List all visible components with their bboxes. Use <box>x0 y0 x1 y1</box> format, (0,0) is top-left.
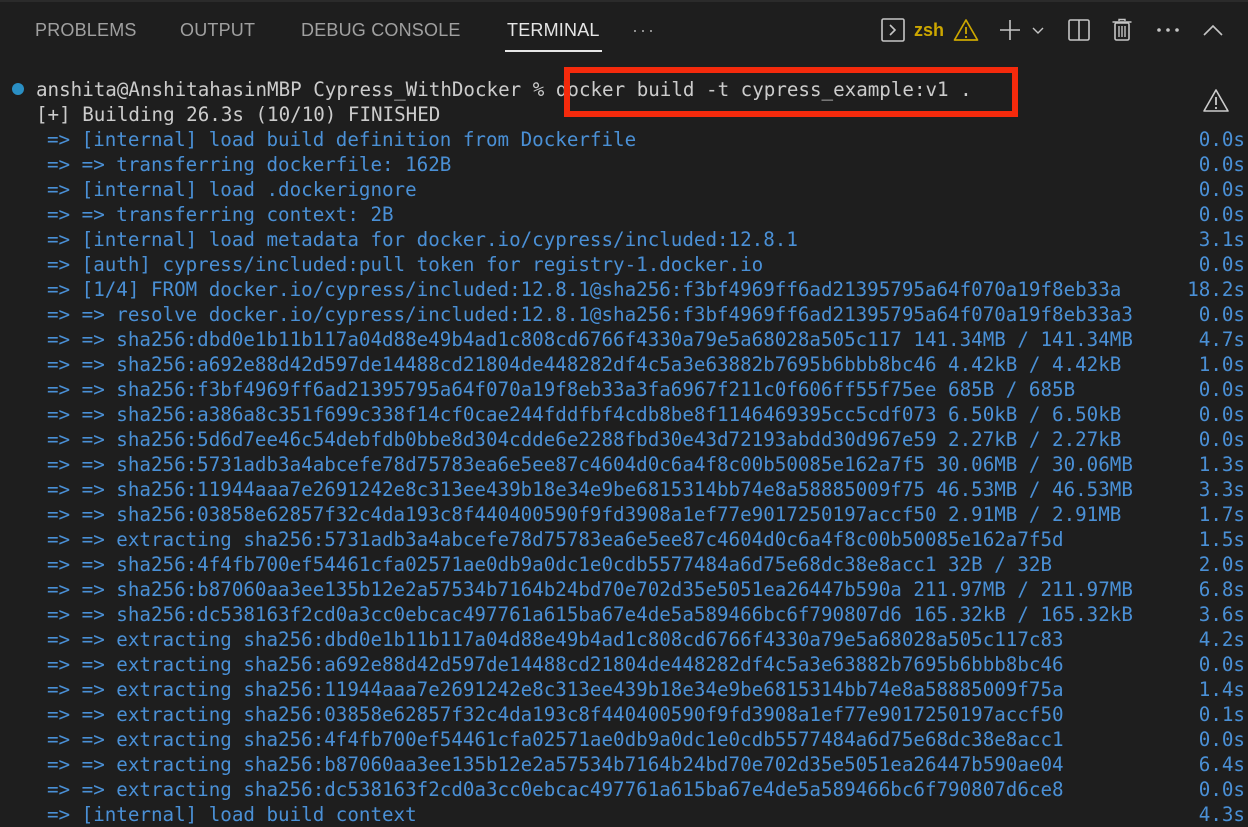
log-line: => => extracting sha256:dc538163f2cd0a3c… <box>47 778 1064 801</box>
log-line-duration: 0.0s <box>1198 253 1245 276</box>
log-line-duration: 3.6s <box>1198 603 1245 626</box>
prompt-text: anshita@AnshitahasinMBP Cypress_WithDock… <box>36 78 556 101</box>
log-line: => => extracting sha256:b87060aa3ee135b1… <box>47 753 1064 776</box>
log-line-duration: 0.0s <box>1198 403 1245 426</box>
log-line: => => extracting sha256:4f4fb700ef54461c… <box>47 728 1064 751</box>
log-line: => => extracting sha256:a692e88d42d597de… <box>47 653 1064 676</box>
log-line-duration: 1.5s <box>1198 528 1245 551</box>
log-line: => => sha256:b87060aa3ee135b12e2a57534b7… <box>47 578 1133 601</box>
log-line-duration: 0.0s <box>1198 203 1245 226</box>
log-line: => [internal] load build context <box>47 803 417 826</box>
log-line-duration: 4.3s <box>1198 803 1245 826</box>
log-line: => => sha256:5d6d7ee46c54debfdb0bbe8d304… <box>47 428 1122 451</box>
terminal-icon[interactable] <box>880 16 906 44</box>
new-terminal-plus-icon[interactable] <box>997 16 1023 44</box>
log-line: => => sha256:f3bf4969ff6ad21395795a64f07… <box>47 378 1076 401</box>
warning-icon[interactable] <box>1202 88 1230 116</box>
more-actions-icon[interactable] <box>1155 16 1181 44</box>
log-line-duration: 2.0s <box>1198 553 1245 576</box>
log-line-duration: 4.7s <box>1198 328 1245 351</box>
log-line: => => transferring context: 2B <box>47 203 394 226</box>
log-line-duration: 0.0s <box>1198 153 1245 176</box>
log-line-duration: 0.1s <box>1198 703 1245 726</box>
log-line-duration: 1.7s <box>1198 503 1245 526</box>
log-line: => => sha256:11944aaa7e2691242e8c313ee43… <box>47 478 1133 501</box>
split-terminal-icon[interactable] <box>1067 16 1091 44</box>
log-line: => => extracting sha256:03858e62857f32c4… <box>47 703 1064 726</box>
log-line: => [auth] cypress/included:pull token fo… <box>47 253 764 276</box>
terminal-output[interactable]: anshita@AnshitahasinMBP Cypress_WithDock… <box>0 66 1248 827</box>
log-line: => => sha256:4f4fb700ef54461cfa02571ae0d… <box>47 553 1053 576</box>
log-line-duration: 0.0s <box>1198 303 1245 326</box>
terminal-name-label[interactable]: zsh <box>914 16 944 44</box>
tab-output[interactable]: OUTPUT <box>180 2 255 58</box>
command-highlight-box <box>564 67 1018 117</box>
log-line: => => extracting sha256:5731adb3a4abcefe… <box>47 528 1064 551</box>
log-line: => => sha256:a692e88d42d597de14488cd2180… <box>47 353 1122 376</box>
log-line-duration: 0.0s <box>1198 128 1245 151</box>
log-line: => => extracting sha256:11944aaa7e269124… <box>47 678 1064 701</box>
log-line: => => sha256:a386a8c351f699c338f14cf0cae… <box>47 403 1122 426</box>
chevron-down-icon[interactable] <box>1031 16 1045 44</box>
log-line: => [internal] load metadata for docker.i… <box>47 228 798 251</box>
log-line: => => sha256:dc538163f2cd0a3cc0ebcac4977… <box>47 603 1133 626</box>
log-line: => => sha256:03858e62857f32c4da193c8f440… <box>47 503 1122 526</box>
log-line-duration: 6.4s <box>1198 753 1245 776</box>
log-line-duration: 3.3s <box>1198 478 1245 501</box>
log-line-duration: 0.0s <box>1198 428 1245 451</box>
log-line: => [internal] load build definition from… <box>47 128 637 151</box>
maximize-chevron-up-icon[interactable] <box>1201 16 1225 44</box>
log-line-duration: 0.0s <box>1198 728 1245 751</box>
log-line-duration: 0.0s <box>1198 378 1245 401</box>
log-line: => => transferring dockerfile: 162B <box>47 153 452 176</box>
log-line-duration: 1.4s <box>1198 678 1245 701</box>
trash-icon[interactable] <box>1111 16 1133 44</box>
log-line-duration: 1.0s <box>1198 353 1245 376</box>
command-status-dot-icon[interactable] <box>12 83 24 95</box>
panel-header: PROBLEMS OUTPUT DEBUG CONSOLE TERMINAL ·… <box>0 2 1248 58</box>
warning-icon[interactable] <box>953 16 979 44</box>
tab-problems[interactable]: PROBLEMS <box>35 2 137 58</box>
log-line-duration: 0.0s <box>1198 778 1245 801</box>
log-line: => => sha256:dbd0e1b11b117a04d88e49b4ad1… <box>47 328 1133 351</box>
tab-debug-console[interactable]: DEBUG CONSOLE <box>301 2 461 58</box>
log-line: => [internal] load .dockerignore <box>47 178 417 201</box>
log-line-duration: 1.3s <box>1198 453 1245 476</box>
log-line: => => resolve docker.io/cypress/included… <box>47 303 1133 326</box>
log-line-duration: 0.0s <box>1198 653 1245 676</box>
log-line-duration: 3.1s <box>1198 228 1245 251</box>
log-line: => => sha256:5731adb3a4abcefe78d75783ea6… <box>47 453 1133 476</box>
log-line-duration: 0.0s <box>1198 178 1245 201</box>
log-line: => => extracting sha256:dbd0e1b11b117a04… <box>47 628 1064 651</box>
log-line-duration: 6.8s <box>1198 578 1245 601</box>
log-line-duration: 4.2s <box>1198 628 1245 651</box>
build-status-line: [+] Building 26.3s (10/10) FINISHED <box>36 103 441 126</box>
tab-terminal[interactable]: TERMINAL <box>505 2 602 58</box>
log-line: => [1/4] FROM docker.io/cypress/included… <box>47 278 1122 301</box>
more-tabs-button[interactable]: ··· <box>632 2 656 58</box>
log-line-duration: 18.2s <box>1187 278 1245 301</box>
